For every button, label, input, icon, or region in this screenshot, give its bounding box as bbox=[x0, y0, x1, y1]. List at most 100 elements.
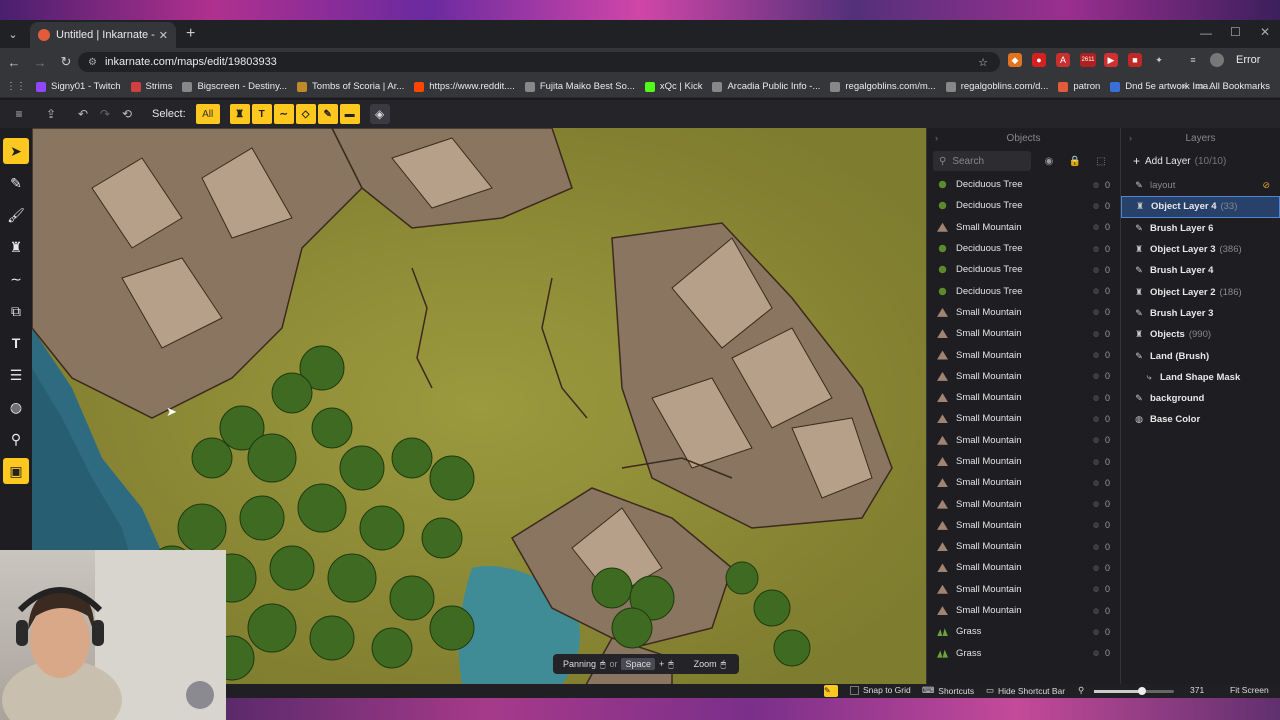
select-filter-object-icon[interactable]: ♜ bbox=[229, 104, 250, 124]
select-filter-shape-icon[interactable]: ◇ bbox=[295, 104, 316, 124]
object-settings-icon[interactable]: ◍ bbox=[1093, 308, 1099, 316]
shape-tool-icon[interactable]: ⧉ bbox=[3, 298, 29, 324]
zoom-value[interactable]: 371 bbox=[1190, 685, 1204, 695]
paint-tool-icon[interactable]: 🖌 bbox=[3, 202, 29, 228]
forward-icon[interactable]: → bbox=[28, 55, 52, 70]
object-settings-icon[interactable]: ◍ bbox=[1093, 521, 1099, 529]
snap-to-grid-toggle[interactable]: Snap to Grid bbox=[850, 685, 911, 695]
object-list-item[interactable]: Deciduous Tree ◍ 0 bbox=[927, 259, 1120, 280]
object-settings-icon[interactable]: ◍ bbox=[1093, 458, 1099, 466]
layer-item[interactable]: ✎ Brush Layer 3 bbox=[1121, 303, 1280, 324]
object-settings-icon[interactable]: ◍ bbox=[1093, 266, 1099, 274]
bookmark-item[interactable]: regalgoblins.com/d... bbox=[945, 81, 1048, 92]
apps-grid-icon[interactable]: ⋮⋮ bbox=[6, 81, 26, 92]
zoom-tool-icon[interactable]: ⚲ bbox=[3, 426, 29, 452]
new-tab-icon[interactable]: + bbox=[186, 25, 195, 43]
extension-icon[interactable]: ● bbox=[1032, 53, 1046, 67]
bookmark-item[interactable]: https://www.reddit.... bbox=[414, 81, 515, 92]
object-settings-icon[interactable]: ◍ bbox=[1093, 202, 1099, 210]
select-filter-path-icon[interactable]: ∼ bbox=[273, 104, 294, 124]
object-settings-icon[interactable]: ◍ bbox=[1093, 628, 1099, 636]
object-list-item[interactable]: Small Mountain ◍ 0 bbox=[927, 557, 1120, 578]
layer-item[interactable]: ◍ Base Color bbox=[1121, 409, 1280, 430]
object-list-item[interactable]: Deciduous Tree ◍ 0 bbox=[927, 174, 1120, 195]
object-settings-icon[interactable]: ◍ bbox=[1093, 351, 1099, 359]
notes-tool-icon[interactable]: ☰ bbox=[3, 362, 29, 388]
object-list-item[interactable]: Deciduous Tree ◍ 0 bbox=[927, 238, 1120, 259]
layer-item[interactable]: ♜ Object Layer 2 (186) bbox=[1121, 281, 1280, 302]
layers-toggle-icon[interactable]: ◈ bbox=[369, 104, 390, 124]
object-list-item[interactable]: Small Mountain ◍ 0 bbox=[927, 472, 1120, 493]
more-bookmarks-icon[interactable]: » bbox=[1182, 81, 1187, 92]
close-window-icon[interactable]: ✕ bbox=[1260, 25, 1270, 39]
bookmark-item[interactable]: Strims bbox=[130, 81, 172, 92]
text-tool-icon[interactable]: T bbox=[3, 330, 29, 356]
shortcuts-button[interactable]: ⌨ Shortcuts bbox=[922, 685, 974, 696]
hide-shortcut-bar-button[interactable]: ▭ Hide Shortcut Bar bbox=[986, 685, 1065, 696]
minimize-icon[interactable]: — bbox=[1200, 26, 1212, 40]
layer-item[interactable]: ♜ Object Layer 3 (386) bbox=[1121, 239, 1280, 260]
object-list-item[interactable]: Grass ◍ 0 bbox=[927, 643, 1120, 664]
object-settings-icon[interactable]: ◍ bbox=[1093, 223, 1099, 231]
error-button[interactable]: Error bbox=[1236, 54, 1260, 66]
object-settings-icon[interactable]: ◍ bbox=[1093, 585, 1099, 593]
layer-item[interactable]: ✎ background bbox=[1121, 388, 1280, 409]
object-settings-icon[interactable]: ◍ bbox=[1093, 181, 1099, 189]
object-settings-icon[interactable]: ◍ bbox=[1093, 330, 1099, 338]
close-tab-icon[interactable]: ✕ bbox=[159, 29, 168, 42]
extension-icon[interactable]: ■ bbox=[1128, 53, 1142, 67]
object-settings-icon[interactable]: ◍ bbox=[1093, 564, 1099, 572]
layer-item[interactable]: ✎ Brush Layer 6 bbox=[1121, 218, 1280, 239]
bookmark-item[interactable]: Tombs of Scoria | Ar... bbox=[297, 81, 404, 92]
menu-icon[interactable]: ≡ bbox=[8, 107, 30, 121]
tab-search-chevron-icon[interactable]: ⌄ bbox=[2, 23, 24, 45]
object-settings-icon[interactable]: ◍ bbox=[1093, 479, 1099, 487]
visibility-toggle-icon[interactable]: ◉ bbox=[1041, 153, 1057, 169]
object-list-item[interactable]: Small Mountain ◍ 0 bbox=[927, 451, 1120, 472]
object-list-item[interactable]: Small Mountain ◍ 0 bbox=[927, 579, 1120, 600]
select-filter-label-icon[interactable]: ▬ bbox=[339, 104, 360, 124]
zoom-slider[interactable] bbox=[1094, 687, 1174, 695]
layer-item[interactable]: ✎ Land (Brush) bbox=[1121, 345, 1280, 366]
extensions-puzzle-icon[interactable]: ✦ bbox=[1152, 53, 1166, 67]
sidebar-icon[interactable]: ≡ bbox=[1186, 53, 1200, 67]
layer-item[interactable]: ✎ layout ⊘ bbox=[1121, 175, 1280, 196]
extension-icon[interactable]: ◆ bbox=[1008, 53, 1022, 67]
hidden-eye-icon[interactable]: ⊘ bbox=[1262, 180, 1270, 191]
object-settings-icon[interactable]: ◍ bbox=[1093, 607, 1099, 615]
browser-tab-active[interactable]: Untitled | Inkarnate - Create Fa ✕ bbox=[30, 22, 176, 48]
lock-icon[interactable]: 🔒 bbox=[1067, 153, 1083, 169]
edit-mode-icon[interactable]: ✎ bbox=[824, 685, 838, 697]
layer-item[interactable]: ✎ Brush Layer 4 bbox=[1121, 260, 1280, 281]
back-icon[interactable]: ← bbox=[2, 55, 26, 70]
layer-item[interactable]: ♜ Objects (990) bbox=[1121, 324, 1280, 345]
object-list-item[interactable]: Small Mountain ◍ 0 bbox=[927, 536, 1120, 557]
object-list-item[interactable]: Small Mountain ◍ 0 bbox=[927, 217, 1120, 238]
objects-search-input[interactable]: ⚲ Search bbox=[933, 151, 1031, 171]
save-icon[interactable]: ▣ bbox=[3, 458, 29, 484]
object-list-item[interactable]: Deciduous Tree ◍ 0 bbox=[927, 280, 1120, 301]
globe-tool-icon[interactable]: ◍ bbox=[3, 394, 29, 420]
export-icon[interactable]: ⇪ bbox=[40, 107, 62, 121]
extension-icon[interactable]: A bbox=[1056, 53, 1070, 67]
object-list-item[interactable]: Small Mountain ◍ 0 bbox=[927, 600, 1120, 621]
collapse-chevron-icon[interactable]: › bbox=[935, 133, 938, 143]
object-settings-icon[interactable]: ◍ bbox=[1093, 649, 1099, 657]
extension-badge[interactable]: 2611 bbox=[1080, 53, 1096, 67]
bookmark-item[interactable]: patron bbox=[1058, 81, 1100, 92]
select-filter-brush-icon[interactable]: ✎ bbox=[317, 104, 338, 124]
object-list-item[interactable]: Small Mountain ◍ 0 bbox=[927, 515, 1120, 536]
layer-item[interactable]: ♜ Object Layer 4 (33) bbox=[1121, 196, 1280, 218]
bookmark-item[interactable]: Signy01 - Twitch bbox=[36, 81, 121, 92]
bookmark-star-icon[interactable]: ☆ bbox=[978, 56, 988, 69]
undo-icon[interactable]: ↶ bbox=[72, 107, 94, 121]
object-list-item[interactable]: Small Mountain ◍ 0 bbox=[927, 430, 1120, 451]
object-list-item[interactable]: Small Mountain ◍ 0 bbox=[927, 344, 1120, 365]
select-filter-all[interactable]: All bbox=[195, 104, 220, 124]
object-list-item[interactable]: Small Mountain ◍ 0 bbox=[927, 366, 1120, 387]
layer-item[interactable]: ⤷ Land Shape Mask bbox=[1121, 367, 1280, 388]
profile-avatar[interactable] bbox=[1210, 53, 1224, 67]
maximize-icon[interactable]: ☐ bbox=[1230, 25, 1241, 39]
collapse-chevron-icon[interactable]: › bbox=[1129, 133, 1132, 143]
object-settings-icon[interactable]: ◍ bbox=[1093, 500, 1099, 508]
